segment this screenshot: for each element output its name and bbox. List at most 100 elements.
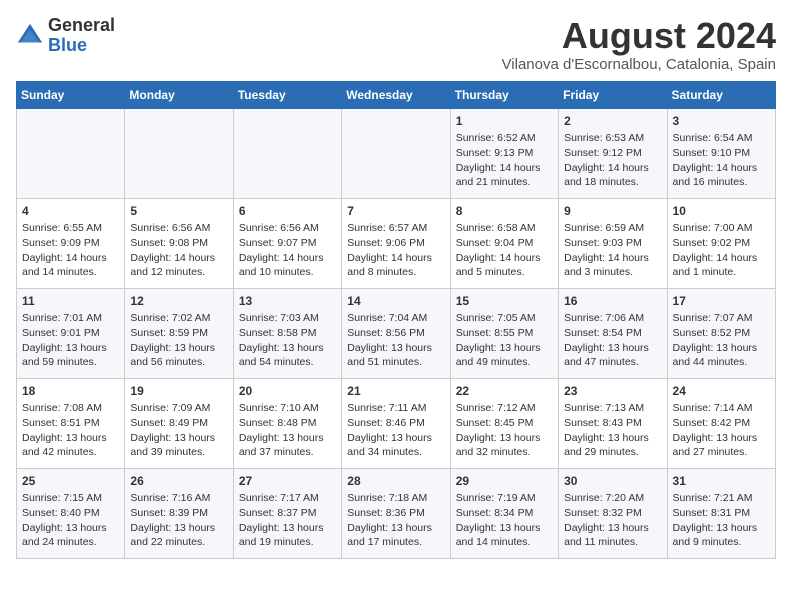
- day-info: Sunrise: 7:08 AMSunset: 8:51 PMDaylight:…: [22, 401, 119, 460]
- day-info: Sunrise: 7:16 AMSunset: 8:39 PMDaylight:…: [130, 491, 227, 550]
- calendar-cell: 1Sunrise: 6:52 AMSunset: 9:13 PMDaylight…: [450, 108, 558, 198]
- day-info: Sunrise: 6:53 AMSunset: 9:12 PMDaylight:…: [564, 131, 661, 190]
- day-info: Sunrise: 7:13 AMSunset: 8:43 PMDaylight:…: [564, 401, 661, 460]
- header-saturday: Saturday: [667, 81, 775, 108]
- page-header: General Blue August 2024 Vilanova d'Esco…: [16, 16, 776, 73]
- day-number: 30: [564, 473, 661, 490]
- day-number: 31: [673, 473, 770, 490]
- calendar-cell: 9Sunrise: 6:59 AMSunset: 9:03 PMDaylight…: [559, 198, 667, 288]
- logo-icon: [16, 22, 44, 50]
- calendar-cell: 18Sunrise: 7:08 AMSunset: 8:51 PMDayligh…: [17, 378, 125, 468]
- day-number: 23: [564, 383, 661, 400]
- day-number: 24: [673, 383, 770, 400]
- calendar-cell: 26Sunrise: 7:16 AMSunset: 8:39 PMDayligh…: [125, 468, 233, 558]
- calendar-table: Sunday Monday Tuesday Wednesday Thursday…: [16, 81, 776, 559]
- calendar-week-1: 1Sunrise: 6:52 AMSunset: 9:13 PMDaylight…: [17, 108, 776, 198]
- day-number: 21: [347, 383, 444, 400]
- calendar-cell: 16Sunrise: 7:06 AMSunset: 8:54 PMDayligh…: [559, 288, 667, 378]
- day-number: 7: [347, 203, 444, 220]
- day-number: 14: [347, 293, 444, 310]
- calendar-cell: 6Sunrise: 6:56 AMSunset: 9:07 PMDaylight…: [233, 198, 341, 288]
- day-number: 28: [347, 473, 444, 490]
- day-info: Sunrise: 6:59 AMSunset: 9:03 PMDaylight:…: [564, 221, 661, 280]
- day-number: 29: [456, 473, 553, 490]
- day-info: Sunrise: 6:58 AMSunset: 9:04 PMDaylight:…: [456, 221, 553, 280]
- calendar-cell: 30Sunrise: 7:20 AMSunset: 8:32 PMDayligh…: [559, 468, 667, 558]
- calendar-header: Sunday Monday Tuesday Wednesday Thursday…: [17, 81, 776, 108]
- day-number: 1: [456, 113, 553, 130]
- header-wednesday: Wednesday: [342, 81, 450, 108]
- day-info: Sunrise: 7:18 AMSunset: 8:36 PMDaylight:…: [347, 491, 444, 550]
- day-number: 8: [456, 203, 553, 220]
- calendar-cell: 23Sunrise: 7:13 AMSunset: 8:43 PMDayligh…: [559, 378, 667, 468]
- day-info: Sunrise: 7:14 AMSunset: 8:42 PMDaylight:…: [673, 401, 770, 460]
- calendar-cell: 3Sunrise: 6:54 AMSunset: 9:10 PMDaylight…: [667, 108, 775, 198]
- day-number: 3: [673, 113, 770, 130]
- calendar-cell: 28Sunrise: 7:18 AMSunset: 8:36 PMDayligh…: [342, 468, 450, 558]
- day-info: Sunrise: 6:57 AMSunset: 9:06 PMDaylight:…: [347, 221, 444, 280]
- calendar-cell: 8Sunrise: 6:58 AMSunset: 9:04 PMDaylight…: [450, 198, 558, 288]
- month-year-title: August 2024: [502, 16, 776, 56]
- calendar-cell: 19Sunrise: 7:09 AMSunset: 8:49 PMDayligh…: [125, 378, 233, 468]
- calendar-week-4: 18Sunrise: 7:08 AMSunset: 8:51 PMDayligh…: [17, 378, 776, 468]
- logo-text: General Blue: [48, 16, 115, 56]
- day-number: 18: [22, 383, 119, 400]
- calendar-cell: 5Sunrise: 6:56 AMSunset: 9:08 PMDaylight…: [125, 198, 233, 288]
- calendar-cell: 27Sunrise: 7:17 AMSunset: 8:37 PMDayligh…: [233, 468, 341, 558]
- day-info: Sunrise: 7:04 AMSunset: 8:56 PMDaylight:…: [347, 311, 444, 370]
- calendar-cell: 15Sunrise: 7:05 AMSunset: 8:55 PMDayligh…: [450, 288, 558, 378]
- calendar-cell: [233, 108, 341, 198]
- day-number: 27: [239, 473, 336, 490]
- day-number: 9: [564, 203, 661, 220]
- calendar-cell: 12Sunrise: 7:02 AMSunset: 8:59 PMDayligh…: [125, 288, 233, 378]
- calendar-cell: 11Sunrise: 7:01 AMSunset: 9:01 PMDayligh…: [17, 288, 125, 378]
- calendar-cell: 2Sunrise: 6:53 AMSunset: 9:12 PMDaylight…: [559, 108, 667, 198]
- title-block: August 2024 Vilanova d'Escornalbou, Cata…: [502, 16, 776, 73]
- calendar-cell: [342, 108, 450, 198]
- day-info: Sunrise: 7:15 AMSunset: 8:40 PMDaylight:…: [22, 491, 119, 550]
- calendar-cell: 29Sunrise: 7:19 AMSunset: 8:34 PMDayligh…: [450, 468, 558, 558]
- day-info: Sunrise: 7:05 AMSunset: 8:55 PMDaylight:…: [456, 311, 553, 370]
- calendar-cell: 21Sunrise: 7:11 AMSunset: 8:46 PMDayligh…: [342, 378, 450, 468]
- day-number: 22: [456, 383, 553, 400]
- day-info: Sunrise: 6:56 AMSunset: 9:08 PMDaylight:…: [130, 221, 227, 280]
- day-number: 2: [564, 113, 661, 130]
- day-info: Sunrise: 7:02 AMSunset: 8:59 PMDaylight:…: [130, 311, 227, 370]
- calendar-cell: 20Sunrise: 7:10 AMSunset: 8:48 PMDayligh…: [233, 378, 341, 468]
- calendar-cell: [17, 108, 125, 198]
- logo: General Blue: [16, 16, 115, 56]
- day-number: 20: [239, 383, 336, 400]
- day-info: Sunrise: 7:03 AMSunset: 8:58 PMDaylight:…: [239, 311, 336, 370]
- day-number: 26: [130, 473, 227, 490]
- calendar-cell: 7Sunrise: 6:57 AMSunset: 9:06 PMDaylight…: [342, 198, 450, 288]
- day-info: Sunrise: 7:10 AMSunset: 8:48 PMDaylight:…: [239, 401, 336, 460]
- day-number: 6: [239, 203, 336, 220]
- day-number: 15: [456, 293, 553, 310]
- calendar-cell: 13Sunrise: 7:03 AMSunset: 8:58 PMDayligh…: [233, 288, 341, 378]
- day-info: Sunrise: 6:54 AMSunset: 9:10 PMDaylight:…: [673, 131, 770, 190]
- header-tuesday: Tuesday: [233, 81, 341, 108]
- day-info: Sunrise: 7:21 AMSunset: 8:31 PMDaylight:…: [673, 491, 770, 550]
- day-info: Sunrise: 7:09 AMSunset: 8:49 PMDaylight:…: [130, 401, 227, 460]
- day-number: 11: [22, 293, 119, 310]
- calendar-cell: 10Sunrise: 7:00 AMSunset: 9:02 PMDayligh…: [667, 198, 775, 288]
- day-info: Sunrise: 6:56 AMSunset: 9:07 PMDaylight:…: [239, 221, 336, 280]
- day-number: 4: [22, 203, 119, 220]
- calendar-cell: [125, 108, 233, 198]
- day-info: Sunrise: 6:52 AMSunset: 9:13 PMDaylight:…: [456, 131, 553, 190]
- calendar-cell: 24Sunrise: 7:14 AMSunset: 8:42 PMDayligh…: [667, 378, 775, 468]
- day-info: Sunrise: 7:07 AMSunset: 8:52 PMDaylight:…: [673, 311, 770, 370]
- header-row: Sunday Monday Tuesday Wednesday Thursday…: [17, 81, 776, 108]
- calendar-cell: 17Sunrise: 7:07 AMSunset: 8:52 PMDayligh…: [667, 288, 775, 378]
- day-number: 13: [239, 293, 336, 310]
- calendar-cell: 31Sunrise: 7:21 AMSunset: 8:31 PMDayligh…: [667, 468, 775, 558]
- calendar-week-5: 25Sunrise: 7:15 AMSunset: 8:40 PMDayligh…: [17, 468, 776, 558]
- day-info: Sunrise: 7:06 AMSunset: 8:54 PMDaylight:…: [564, 311, 661, 370]
- calendar-cell: 4Sunrise: 6:55 AMSunset: 9:09 PMDaylight…: [17, 198, 125, 288]
- calendar-cell: 14Sunrise: 7:04 AMSunset: 8:56 PMDayligh…: [342, 288, 450, 378]
- calendar-body: 1Sunrise: 6:52 AMSunset: 9:13 PMDaylight…: [17, 108, 776, 558]
- calendar-cell: 25Sunrise: 7:15 AMSunset: 8:40 PMDayligh…: [17, 468, 125, 558]
- day-info: Sunrise: 7:12 AMSunset: 8:45 PMDaylight:…: [456, 401, 553, 460]
- header-monday: Monday: [125, 81, 233, 108]
- calendar-week-2: 4Sunrise: 6:55 AMSunset: 9:09 PMDaylight…: [17, 198, 776, 288]
